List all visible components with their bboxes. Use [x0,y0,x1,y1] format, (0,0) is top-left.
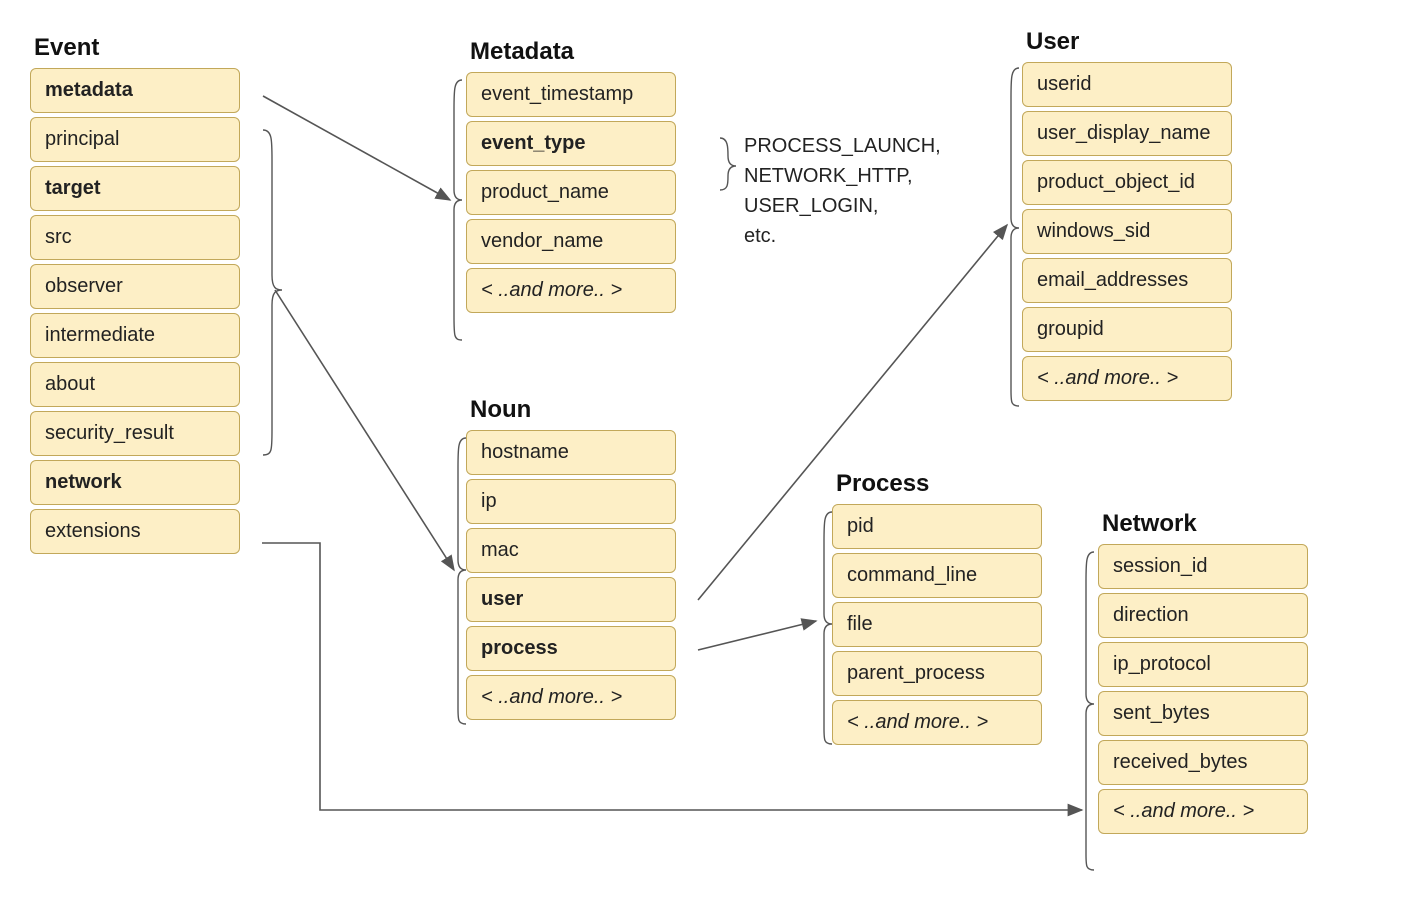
field-noun-process: process [466,626,676,671]
field-noun-hostname: hostname [466,430,676,475]
field-event-security-result: security_result [30,411,240,456]
entity-noun-fields: hostname ip mac user process < ..and mor… [466,430,676,720]
entity-metadata-title: Metadata [470,38,676,66]
field-network-direction: direction [1098,593,1308,638]
field-metadata-more: < ..and more.. > [466,268,676,313]
field-user-groupid: groupid [1022,307,1232,352]
entity-noun-title: Noun [470,396,676,424]
event-type-annotation: PROCESS_LAUNCH, NETWORK_HTTP, USER_LOGIN… [744,131,941,251]
field-process-file: file [832,602,1042,647]
field-process-command-line: command_line [832,553,1042,598]
entity-event: Event metadata principal target src obse… [30,34,240,554]
field-event-about: about [30,362,240,407]
field-network-more: < ..and more.. > [1098,789,1308,834]
entity-process: Process pid command_line file parent_pro… [832,470,1042,745]
field-event-principal: principal [30,117,240,162]
field-event-target: target [30,166,240,211]
annotation-line-1: PROCESS_LAUNCH, [744,131,941,161]
field-noun-more: < ..and more.. > [466,675,676,720]
entity-user-title: User [1026,28,1232,56]
field-network-ip-protocol: ip_protocol [1098,642,1308,687]
field-network-session-id: session_id [1098,544,1308,589]
entity-network-title: Network [1102,510,1308,538]
field-user-email-addresses: email_addresses [1022,258,1232,303]
field-noun-ip: ip [466,479,676,524]
field-event-observer: observer [30,264,240,309]
field-event-extensions: extensions [30,509,240,554]
field-metadata-vendor-name: vendor_name [466,219,676,264]
field-noun-user: user [466,577,676,622]
field-network-received-bytes: received_bytes [1098,740,1308,785]
entity-process-title: Process [836,470,1042,498]
entity-metadata-fields: event_timestamp event_type product_name … [466,72,676,313]
field-event-src: src [30,215,240,260]
entity-event-title: Event [34,34,240,62]
entity-metadata: Metadata event_timestamp event_type prod… [466,38,676,313]
field-event-metadata: metadata [30,68,240,113]
annotation-line-3: USER_LOGIN, [744,191,941,221]
field-user-product-object-id: product_object_id [1022,160,1232,205]
entity-process-fields: pid command_line file parent_process < .… [832,504,1042,745]
field-user-userid: userid [1022,62,1232,107]
field-metadata-event-timestamp: event_timestamp [466,72,676,117]
entity-user-fields: userid user_display_name product_object_… [1022,62,1232,401]
annotation-line-2: NETWORK_HTTP, [744,161,941,191]
field-user-windows-sid: windows_sid [1022,209,1232,254]
field-metadata-product-name: product_name [466,170,676,215]
field-process-more: < ..and more.. > [832,700,1042,745]
entity-user: User userid user_display_name product_ob… [1022,28,1232,401]
field-noun-mac: mac [466,528,676,573]
field-user-more: < ..and more.. > [1022,356,1232,401]
annotation-line-4: etc. [744,221,941,251]
field-process-pid: pid [832,504,1042,549]
entity-event-fields: metadata principal target src observer i… [30,68,240,554]
field-event-network: network [30,460,240,505]
field-metadata-event-type: event_type [466,121,676,166]
field-user-display-name: user_display_name [1022,111,1232,156]
entity-noun: Noun hostname ip mac user process < ..an… [466,396,676,720]
field-process-parent-process: parent_process [832,651,1042,696]
field-event-intermediate: intermediate [30,313,240,358]
field-network-sent-bytes: sent_bytes [1098,691,1308,736]
entity-network: Network session_id direction ip_protocol… [1098,510,1308,834]
entity-network-fields: session_id direction ip_protocol sent_by… [1098,544,1308,834]
